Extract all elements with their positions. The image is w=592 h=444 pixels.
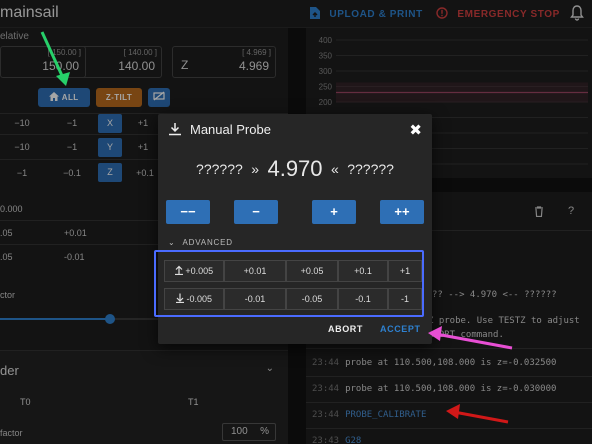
- green-arrow-icon: [40, 31, 70, 86]
- annotation-arrows: [40, 31, 513, 424]
- red-arrow-icon: [446, 404, 509, 424]
- pink-arrow-icon: [428, 326, 513, 350]
